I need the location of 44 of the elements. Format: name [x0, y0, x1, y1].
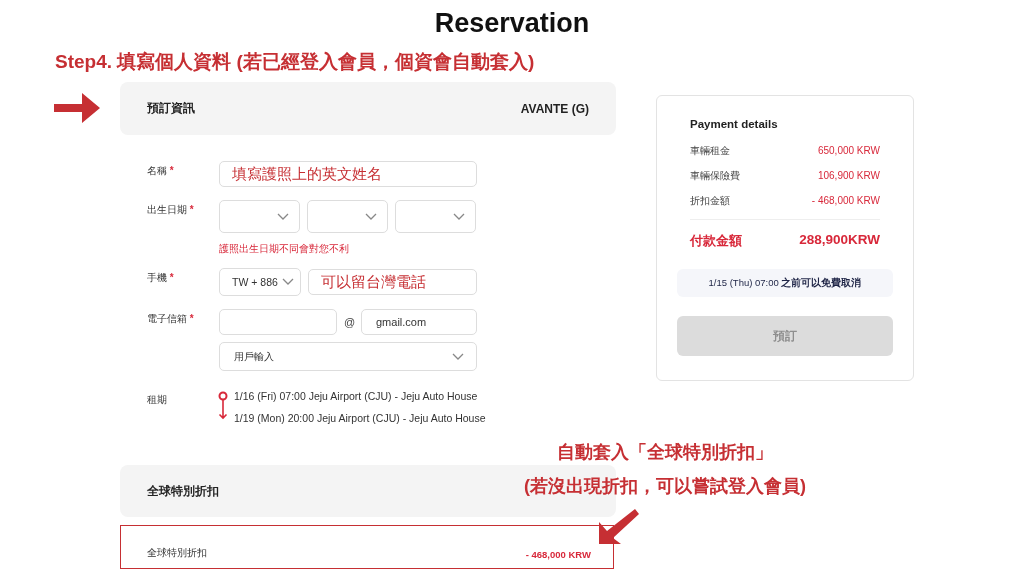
annotation-text: (若沒出現折扣，可以嘗試登入會員) [524, 475, 806, 498]
fee-amount: 650,000 KRW [817, 145, 880, 156]
route-icon [218, 391, 230, 421]
total-amount: 288,900KRW [799, 232, 880, 249]
fee-label: 車輛租金 [690, 143, 730, 158]
return-text: 1/19 (Mon) 20:00 Jeju Airport (CJU) - Jeju Auto House [234, 412, 486, 424]
chevron-icon [282, 278, 294, 286]
step-annotation: Step4. 填寫個人資料 (若已經登入會員，個資會自動套入) [54, 50, 536, 74]
payment-title: Payment details [689, 118, 779, 130]
fee-label: 車輛保險費 [690, 168, 740, 183]
chevron-icon [277, 212, 289, 221]
arrow-icon [54, 91, 102, 125]
page-title: Reservation [433, 7, 591, 40]
discount-amount: - 468,000 KRW [525, 549, 591, 560]
chevron-icon [452, 352, 464, 361]
annotation-text: 自動套入「全球特別折扣」 [557, 441, 773, 464]
section-title: 全球特別折扣 [147, 482, 219, 500]
hint-text: 護照出生日期不同會對您不利 [219, 242, 350, 256]
section-title: 預訂資訊 [147, 100, 195, 117]
fee-amount: - 468,000 KRW [811, 195, 880, 206]
domain-select[interactable]: 用戶輸入 [219, 342, 477, 371]
fee-amount: 106,900 KRW [817, 170, 880, 181]
cancellation-notice: 1/15 (Thu) 07:00 之前可以免費取消 [708, 276, 862, 290]
car-model: AVANTE (G) [520, 101, 589, 116]
fee-label: 折扣金額 [690, 193, 730, 208]
field-label: 出生日期 * [147, 203, 195, 217]
discount-label: 全球特別折扣 [147, 547, 207, 560]
at-sign: @ [344, 316, 354, 328]
email-domain-field[interactable]: gmail.com [361, 309, 477, 335]
field-label: 租期 [147, 393, 168, 407]
email-field[interactable] [219, 309, 337, 335]
field-label: 電子信箱 * [147, 312, 195, 326]
pickup-text: 1/16 (Fri) 07:00 Jeju Airport (CJU) - Jeju Auto House [234, 390, 479, 402]
date-select[interactable] [307, 200, 388, 233]
country-code-select[interactable]: TW + 886 [219, 268, 301, 296]
chevron-icon [365, 212, 377, 221]
phone-field[interactable]: 可以留台灣電話 [308, 269, 477, 295]
name-field[interactable]: 填寫護照上的英文姓名 [219, 161, 477, 187]
date-select[interactable] [219, 200, 300, 233]
date-select[interactable] [395, 200, 476, 233]
total-label: 付款金額 [690, 232, 742, 250]
field-label: 名稱 * [147, 164, 175, 178]
field-label: 手機 * [147, 271, 175, 285]
chevron-icon [453, 212, 465, 221]
